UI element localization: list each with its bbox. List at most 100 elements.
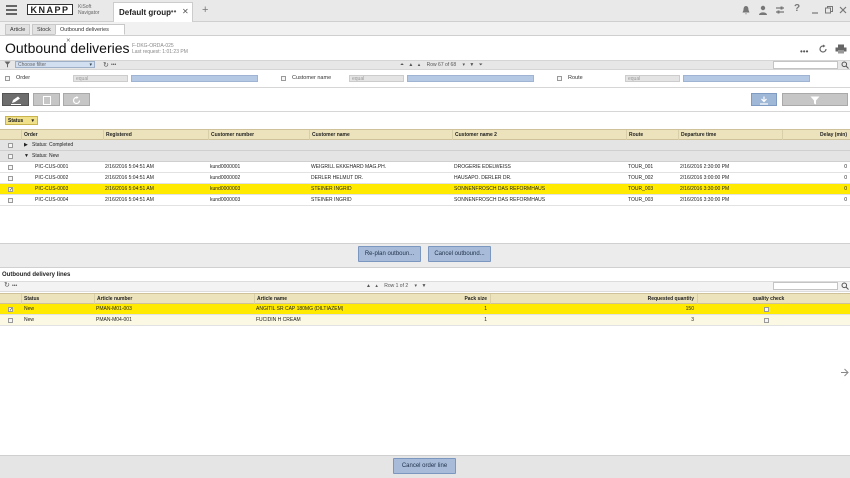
reset-button[interactable] — [63, 93, 90, 106]
last-row-icon[interactable]: ⏷ — [479, 62, 483, 68]
lines-more-icon[interactable]: ••• — [12, 283, 17, 289]
table-row[interactable]: New PMAN-M04-001 FUCIDIN H CREAM 1 3 — [0, 315, 850, 326]
user-icon[interactable] — [758, 5, 768, 15]
group-by-status-chip[interactable]: Status ▾ — [5, 116, 38, 125]
search-icon[interactable] — [841, 282, 849, 290]
col-pack-size[interactable]: Pack size — [254, 294, 490, 304]
col-requested-quantity[interactable]: Requested quantity — [490, 294, 697, 304]
last-request: Last request: 1:01:23 PM — [132, 49, 188, 55]
tab-stock[interactable]: Stock — [32, 24, 56, 35]
table-row[interactable]: PIC-CUS-0004 2/16/2016 5:04:51 AM kund0000… — [0, 195, 850, 206]
row-counter: Row 67 of 68 — [426, 62, 457, 68]
cell-order: PIC-CUS-0001 — [35, 164, 69, 170]
cancel-order-line-button[interactable]: Cancel order line — [393, 458, 456, 474]
route-operator-select[interactable]: equal — [625, 75, 680, 82]
download-button[interactable] — [751, 93, 777, 106]
filter-more-icon[interactable]: ••• — [111, 62, 116, 68]
group-tab-close-icon[interactable]: ✕ — [182, 7, 189, 16]
next-page-icon[interactable]: ▼ — [469, 62, 474, 68]
lines-next-row-icon[interactable]: ▾ — [415, 283, 418, 289]
group-tab-more-icon[interactable]: ••• — [168, 7, 176, 16]
filter-refresh-icon[interactable]: ↻ — [103, 61, 109, 69]
table-row[interactable]: ✓ PIC-CUS-0003 2/16/2016 5:04:51 AM kund000… — [0, 184, 850, 195]
expand-icon[interactable]: ▶ — [24, 140, 28, 150]
col-article-number[interactable]: Article number — [94, 294, 254, 304]
group-row-completed[interactable]: ▶ Status: Completed — [0, 140, 850, 151]
first-row-icon[interactable]: ⏶ — [400, 62, 404, 68]
group-checkbox[interactable] — [8, 143, 13, 148]
cell-order: PIC-CUS-0003 — [35, 186, 69, 192]
cell-customer-number: kund0000002 — [210, 175, 241, 181]
lines-prev-page-icon[interactable]: ▲ — [366, 283, 371, 289]
search-icon[interactable] — [841, 61, 849, 69]
prev-row-icon[interactable]: ▴ — [418, 62, 421, 68]
tab-outbound-deliveries[interactable]: Outbound deliveries ✕ — [55, 24, 125, 44]
col-customer-name-2[interactable]: Customer name 2 — [452, 130, 626, 140]
table-row[interactable]: ✓ New PMAN-M01-003 ANGITIL SR CAP 180MG (DI… — [0, 304, 850, 315]
group-row-new[interactable]: ▼ Status: New — [0, 151, 850, 162]
tab-bar — [0, 22, 850, 36]
quality-check-checkbox[interactable] — [764, 307, 769, 312]
details-button[interactable] — [33, 93, 60, 106]
lines-search-input[interactable] — [773, 282, 838, 290]
lines-refresh-icon[interactable]: ↻ — [4, 281, 10, 289]
customer-name-operator-select[interactable]: equal — [349, 75, 404, 82]
table-row[interactable]: PIC-CUS-0001 2/16/2016 5:04:51 AM kund0000… — [0, 162, 850, 173]
settings-sliders-icon[interactable] — [775, 5, 785, 15]
hamburger-menu-icon[interactable] — [6, 5, 17, 16]
col-registered[interactable]: Registered — [103, 130, 208, 140]
pager-nav[interactable]: ⏶ ▲ ▴ Row 67 of 68 ▾ ▼ ⏷ — [400, 62, 483, 68]
cancel-outbound-button[interactable]: Cancel outbound... — [428, 246, 491, 262]
customer-name-value-input[interactable] — [407, 75, 534, 82]
replan-outbound-button[interactable]: Re-plan outboun... — [358, 246, 421, 262]
col-customer-name[interactable]: Customer name — [309, 130, 452, 140]
col-route[interactable]: Route — [626, 130, 678, 140]
bell-icon[interactable] — [741, 5, 751, 15]
collapse-icon[interactable]: ▼ — [24, 151, 29, 161]
route-criteria-checkbox[interactable] — [557, 76, 562, 81]
lines-prev-row-icon[interactable]: ▴ — [375, 283, 378, 289]
print-icon[interactable] — [835, 44, 847, 54]
col-order[interactable]: Order — [21, 130, 103, 140]
edit-button[interactable] — [2, 93, 29, 106]
page-more-icon[interactable]: ••• — [800, 47, 808, 56]
grid-search-input[interactable] — [773, 61, 838, 69]
lines-next-page-icon[interactable]: ▼ — [421, 283, 426, 289]
help-icon[interactable]: ? — [794, 3, 800, 14]
order-operator-select[interactable]: equal — [73, 75, 128, 82]
col-departure-time[interactable]: Departure time — [678, 130, 782, 140]
cell-customer-name-2: DROGERIE EDELWEISS — [454, 164, 511, 170]
tab-article[interactable]: Article — [5, 24, 31, 35]
row-checkbox[interactable]: ✓ — [8, 307, 13, 313]
group-tab[interactable]: Default group ••• ✕ — [113, 2, 193, 22]
filter-toggle-button[interactable] — [782, 93, 848, 106]
col-quality-check[interactable]: quality check — [697, 294, 837, 304]
col-delay[interactable]: Delay (min) — [782, 130, 850, 140]
next-row-icon[interactable]: ▾ — [463, 62, 466, 68]
row-checkbox[interactable] — [8, 318, 13, 323]
group-checkbox[interactable] — [8, 154, 13, 159]
refresh-icon[interactable] — [818, 44, 828, 54]
row-checkbox[interactable]: ✓ — [8, 187, 13, 193]
choose-filter-select[interactable]: Choose filter ▾ — [15, 61, 95, 68]
row-checkbox[interactable] — [8, 176, 13, 181]
row-checkbox[interactable] — [8, 165, 13, 170]
col-customer-number[interactable]: Customer number — [208, 130, 309, 140]
quality-check-checkbox[interactable] — [764, 318, 769, 323]
close-window-icon[interactable] — [838, 5, 848, 15]
restore-icon[interactable] — [824, 5, 834, 15]
table-row[interactable]: PIC-CUS-0002 2/16/2016 5:04:51 AM kund0000… — [0, 173, 850, 184]
route-value-input[interactable] — [683, 75, 810, 82]
splitter-handle-icon[interactable] — [840, 368, 849, 377]
lines-pager[interactable]: ▲ ▴ Row 1 of 2 ▾ ▼ — [366, 283, 426, 289]
add-group-icon[interactable]: + — [202, 4, 208, 16]
order-criteria-checkbox[interactable] — [5, 76, 10, 81]
cell-customer-name: DERLER HELMUT DR. — [311, 175, 364, 181]
prev-page-icon[interactable]: ▲ — [408, 62, 413, 68]
undo-icon — [72, 96, 80, 105]
minimize-icon[interactable] — [810, 5, 820, 15]
row-checkbox[interactable] — [8, 198, 13, 203]
customer-name-criteria-checkbox[interactable] — [281, 76, 286, 81]
order-value-input[interactable] — [131, 75, 258, 82]
col-status[interactable]: Status — [21, 294, 94, 304]
